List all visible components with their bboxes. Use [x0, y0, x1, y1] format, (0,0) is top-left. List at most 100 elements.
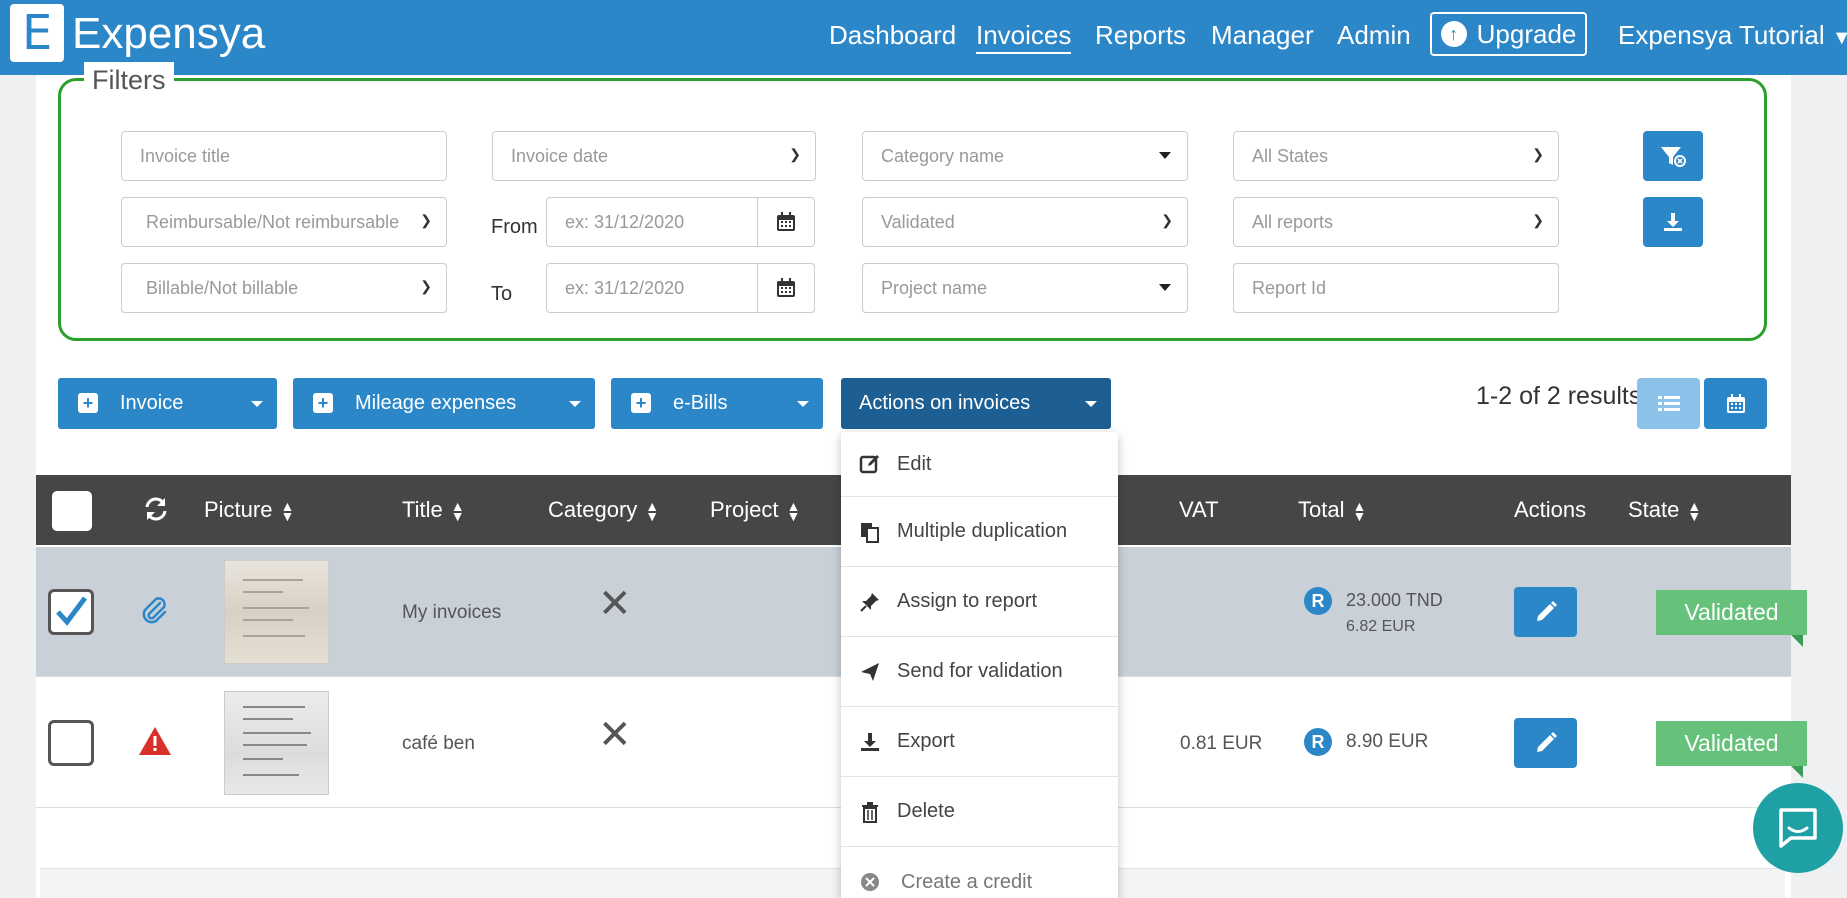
caret-down-icon [1159, 284, 1171, 291]
col-category[interactable]: Category ▲ ▼ [548, 497, 659, 523]
from-label: From [491, 216, 538, 238]
row-total-converted: 6.82 EUR [1346, 618, 1416, 635]
caret-down-icon [797, 401, 809, 407]
chat-support-button[interactable] [1753, 783, 1843, 873]
refresh-icon[interactable] [142, 495, 170, 529]
to-label: To [491, 283, 513, 305]
chat-icon [1779, 808, 1817, 848]
col-total[interactable]: Total ▲ ▼ [1298, 497, 1366, 523]
status-badge: Validated [1656, 590, 1807, 635]
col-actions: Actions [1514, 497, 1587, 522]
list-view-button[interactable] [1637, 378, 1700, 429]
no-category-icon: ✕ [598, 582, 632, 626]
menu-item-edit[interactable]: Edit [841, 432, 1118, 497]
list-icon [1657, 395, 1680, 411]
add-mileage-button[interactable]: + Mileage expenses [293, 378, 595, 429]
send-icon [858, 660, 882, 684]
from-date-input[interactable]: ex: 31/12/2020 [546, 197, 758, 247]
clear-filters-button[interactable] [1643, 131, 1703, 181]
select-all-checkbox[interactable] [52, 491, 92, 531]
chevron-down-icon: ❯ [1532, 212, 1544, 228]
row-checkbox[interactable] [48, 589, 94, 635]
upgrade-button[interactable]: ↑ Upgrade [1430, 12, 1587, 56]
row-title: café ben [402, 733, 475, 754]
menu-item-assign-to-report[interactable]: Assign to report [841, 567, 1118, 637]
edit-row-button[interactable] [1514, 718, 1577, 768]
edit-row-button[interactable] [1514, 587, 1577, 637]
from-calendar-button[interactable] [757, 197, 815, 247]
nav-invoices[interactable]: Invoices [976, 18, 1072, 54]
row-title: My invoices [402, 602, 502, 623]
nav-manager[interactable]: Manager [1211, 18, 1314, 52]
reimbursable-select[interactable]: Reimbursable/Not reimbursable ❯ [121, 197, 447, 247]
sort-icon: ▲ ▼ [280, 498, 295, 525]
logo-icon[interactable]: E [10, 4, 64, 62]
upload-circle-icon: ↑ [1440, 21, 1467, 47]
calendar-icon [777, 278, 795, 297]
actions-on-invoices-button[interactable]: Actions on invoices [841, 378, 1111, 429]
warning-icon [138, 726, 172, 762]
close-circle-icon [858, 870, 882, 894]
all-states-select[interactable]: All States ❯ [1233, 131, 1559, 181]
sort-icon: ▲ ▼ [450, 498, 465, 525]
filters-title: Filters [84, 62, 174, 98]
nav-admin[interactable]: Admin [1337, 18, 1411, 52]
checkmark-icon [56, 596, 87, 626]
report-id-input[interactable]: Report Id [1233, 263, 1559, 313]
menu-item-multiple-duplication[interactable]: Multiple duplication [841, 497, 1118, 567]
receipt-thumbnail[interactable] [224, 691, 329, 795]
col-vat[interactable]: VAT [1179, 497, 1219, 523]
user-menu[interactable]: Expensya Tutorial ▼ [1618, 18, 1847, 55]
project-name-select[interactable]: Project name [862, 263, 1188, 313]
calendar-icon [777, 212, 795, 231]
chevron-down-icon: ❯ [420, 278, 432, 294]
menu-item-export[interactable]: Export [841, 707, 1118, 777]
menu-item-delete[interactable]: Delete [841, 777, 1118, 847]
caret-down-icon [1085, 401, 1097, 407]
chevron-down-icon: ❯ [1532, 146, 1544, 162]
row-vat: 0.81 EUR [1180, 733, 1263, 754]
brand-name[interactable]: Expensya [72, 8, 265, 60]
pin-icon [858, 590, 882, 614]
row-total: 23.000 TND [1346, 590, 1443, 610]
col-state[interactable]: State ▲ ▼ [1628, 497, 1701, 523]
menu-item-send-for-validation[interactable]: Send for validation [841, 637, 1118, 707]
paperclip-icon [140, 595, 170, 631]
edit-icon [858, 452, 882, 476]
caret-down-icon [569, 401, 581, 407]
category-name-select[interactable]: Category name [862, 131, 1188, 181]
filter-clear-icon [1661, 147, 1686, 167]
row-checkbox[interactable] [48, 720, 94, 766]
col-title[interactable]: Title ▲ ▼ [402, 497, 465, 523]
menu-item-create-credit[interactable]: Create a credit [841, 847, 1118, 898]
validated-select[interactable]: Validated ❯ [862, 197, 1188, 247]
pencil-icon [1536, 601, 1557, 621]
status-badge-tail [1791, 766, 1803, 778]
ebills-button[interactable]: + e-Bills [611, 378, 823, 429]
sort-icon: ▲ ▼ [645, 498, 660, 525]
reimbursable-badge: R [1304, 728, 1332, 756]
download-button[interactable] [1643, 197, 1703, 247]
to-date-input[interactable]: ex: 31/12/2020 [546, 263, 758, 313]
calendar-view-button[interactable] [1704, 378, 1767, 429]
pencil-icon [1536, 732, 1557, 752]
billable-select[interactable]: Billable/Not billable ❯ [121, 263, 447, 313]
status-badge-tail [1791, 635, 1803, 647]
receipt-thumbnail[interactable] [224, 560, 329, 664]
invoice-title-input[interactable]: Invoice title [121, 131, 447, 181]
all-reports-select[interactable]: All reports ❯ [1233, 197, 1559, 247]
add-invoice-button[interactable]: + Invoice [58, 378, 277, 429]
calendar-icon [1726, 393, 1745, 413]
plus-icon: + [313, 393, 333, 413]
copy-icon [858, 520, 882, 544]
to-calendar-button[interactable] [757, 263, 815, 313]
col-picture[interactable]: Picture ▲ ▼ [204, 497, 294, 523]
caret-down-icon [1159, 152, 1171, 159]
nav-dashboard[interactable]: Dashboard [829, 18, 956, 52]
download-icon [1664, 213, 1682, 231]
plus-icon: + [78, 393, 98, 413]
col-project[interactable]: Project ▲ ▼ [710, 497, 800, 523]
nav-reports[interactable]: Reports [1095, 18, 1186, 52]
invoice-date-select[interactable]: Invoice date ❯ [492, 131, 816, 181]
chevron-down-icon: ❯ [420, 212, 432, 228]
